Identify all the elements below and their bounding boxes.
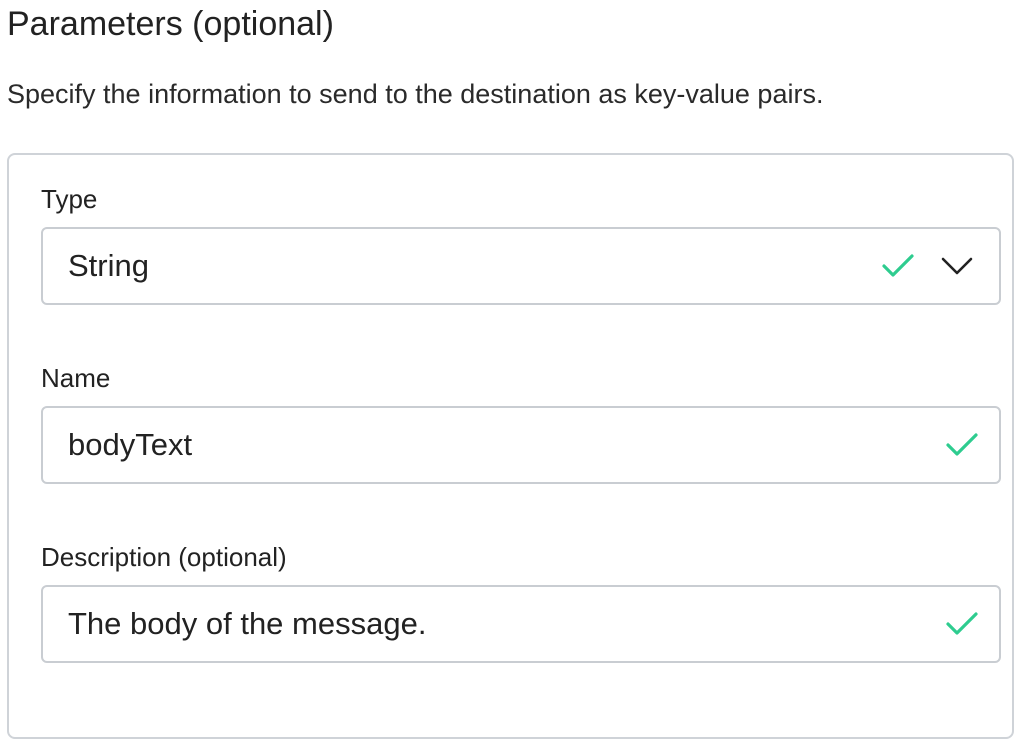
name-label: Name (41, 363, 111, 393)
check-icon (946, 433, 978, 456)
name-input-value: bodyText (68, 427, 193, 462)
description-label: Description (optional) (41, 542, 287, 572)
check-icon (882, 254, 914, 277)
section-description: Specify the information to send to the d… (7, 79, 824, 109)
description-input[interactable]: The body of the message. (41, 585, 1001, 663)
type-label: Type (41, 184, 98, 214)
name-input[interactable]: bodyText (41, 406, 1001, 484)
section-title: Parameters (optional) (7, 5, 334, 43)
parameters-section: Parameters (optional) Specify the inform… (0, 0, 1024, 750)
check-icon (946, 612, 978, 635)
chevron-down-icon[interactable] (941, 255, 973, 277)
type-select[interactable]: String (41, 227, 1001, 305)
parameter-card: Type String Name bodyText Description (o… (7, 153, 1014, 739)
description-input-value: The body of the message. (68, 606, 427, 641)
type-select-value: String (68, 248, 149, 283)
